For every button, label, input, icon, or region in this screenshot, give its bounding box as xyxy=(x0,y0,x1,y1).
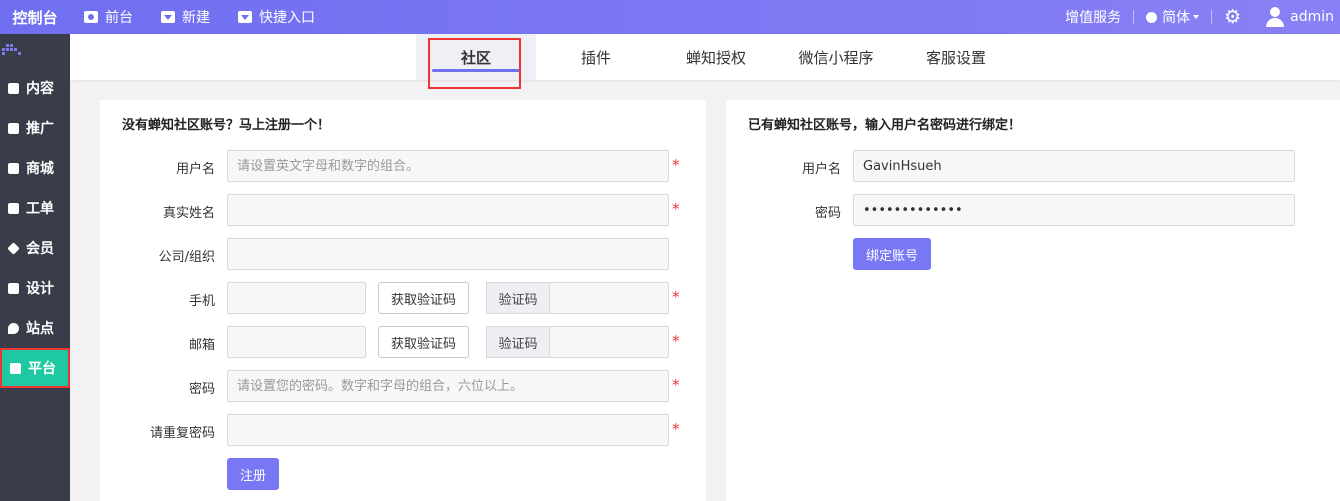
value-added-service-link[interactable]: 增值服务 xyxy=(1065,7,1121,27)
register-title: 没有蝉知社区账号？马上注册一个！ xyxy=(122,118,331,133)
diamond-icon xyxy=(7,241,20,255)
sidebar-item-label: 工单 xyxy=(26,201,54,217)
get-email-code-button[interactable]: 获取验证码 xyxy=(378,326,469,358)
tab-wechat-miniprogram[interactable]: 微信小程序 xyxy=(776,34,896,80)
avatar xyxy=(1266,7,1285,27)
user-menu[interactable]: admin xyxy=(1266,7,1334,27)
required-mark: * xyxy=(672,200,680,218)
sidebar: 内容 推广 商城 工单 会员 设计 站点 平台 xyxy=(0,34,70,501)
get-phone-code-button[interactable]: 获取验证码 xyxy=(378,282,469,314)
caret-down-icon xyxy=(238,11,252,23)
topnav-shortcuts[interactable]: 快捷入口 xyxy=(238,7,315,27)
register-username-input[interactable] xyxy=(227,150,669,182)
tab-community[interactable]: 社区 xyxy=(416,34,536,80)
tab-customer-service[interactable]: 客服设置 xyxy=(896,34,1016,80)
shop-icon xyxy=(8,162,19,174)
repeat-password-label: 请重复密码 xyxy=(149,426,215,441)
tab-license[interactable]: 蝉知授权 xyxy=(656,34,776,80)
chevron-down-icon xyxy=(1193,15,1200,19)
sidebar-item-site[interactable]: 站点 xyxy=(0,308,70,348)
sidebar-item-platform[interactable]: 平台 xyxy=(0,348,70,388)
gear-icon[interactable]: ⚙ xyxy=(1224,7,1241,27)
email-code-input[interactable] xyxy=(549,326,669,358)
ticket-icon xyxy=(8,202,19,214)
language-label: 简体 xyxy=(1162,10,1191,26)
sidebar-item-label: 推广 xyxy=(26,121,54,137)
sidebar-item-content[interactable]: 内容 xyxy=(0,68,70,108)
register-realname-input[interactable] xyxy=(227,194,669,226)
register-phone-input[interactable] xyxy=(227,282,366,314)
sidebar-item-promotion[interactable]: 推广 xyxy=(0,108,70,148)
bind-password-label: 密码 xyxy=(814,206,841,221)
caret-down-icon xyxy=(161,11,175,23)
eye-icon xyxy=(84,11,98,23)
sidebar-item-design[interactable]: 设计 xyxy=(0,268,70,308)
megaphone-icon xyxy=(8,122,19,134)
password-label: 密码 xyxy=(188,382,215,397)
sidebar-item-label: 站点 xyxy=(26,321,54,337)
bind-username-label: 用户名 xyxy=(801,162,841,177)
required-mark: * xyxy=(672,332,680,350)
register-repeat-password-input[interactable] xyxy=(227,414,669,446)
sidebar-item-label: 内容 xyxy=(26,81,54,97)
sidebar-item-tickets[interactable]: 工单 xyxy=(0,188,70,228)
topnav-new[interactable]: 新建 xyxy=(161,7,210,27)
bind-username-input[interactable] xyxy=(853,150,1295,182)
email-label: 邮箱 xyxy=(188,338,215,353)
topnav-frontend-label: 前台 xyxy=(105,10,133,26)
design-icon xyxy=(8,282,19,294)
sidebar-item-label: 会员 xyxy=(26,241,54,257)
required-mark: * xyxy=(672,420,680,438)
bind-password-input[interactable] xyxy=(853,194,1295,226)
divider xyxy=(1133,10,1135,24)
realname-label: 真实姓名 xyxy=(162,206,215,221)
sidebar-item-label: 平台 xyxy=(28,361,56,377)
document-icon xyxy=(8,82,19,94)
email-code-addon: 验证码 xyxy=(486,326,549,358)
sidebar-item-members[interactable]: 会员 xyxy=(0,228,70,268)
register-panel: 没有蝉知社区账号？马上注册一个！ 用户名 * 真实姓名 * 公司/组织 手机 获… xyxy=(100,100,706,501)
register-email-input[interactable] xyxy=(227,326,366,358)
language-selector[interactable]: 简体 xyxy=(1146,7,1200,27)
sidebar-item-shop[interactable]: 商城 xyxy=(0,148,70,188)
divider xyxy=(1253,10,1254,24)
register-company-input[interactable] xyxy=(227,238,669,270)
bind-panel: 已有蝉知社区账号，输入用户名密码进行绑定！ 用户名 密码 绑定账号 xyxy=(726,100,1340,501)
location-icon xyxy=(8,322,19,334)
bind-account-button[interactable]: 绑定账号 xyxy=(853,238,931,270)
globe-icon xyxy=(1146,11,1158,23)
phone-code-addon: 验证码 xyxy=(486,282,549,314)
register-button[interactable]: 注册 xyxy=(227,458,279,490)
top-nav: 前台 新建 快捷入口 xyxy=(84,0,343,34)
username-label: 用户名 xyxy=(175,162,215,177)
divider xyxy=(1211,10,1213,24)
topnav-frontend[interactable]: 前台 xyxy=(84,7,133,27)
platform-icon xyxy=(10,362,21,374)
sidebar-item-label: 商城 xyxy=(26,161,54,177)
top-bar: 控制台 前台 新建 快捷入口 增值服务 简体 ⚙ admin xyxy=(0,0,1340,34)
tab-bar: 社区 插件 蝉知授权 微信小程序 客服设置 xyxy=(70,34,1340,80)
topnav-new-label: 新建 xyxy=(182,10,210,26)
required-mark: * xyxy=(672,156,680,174)
required-mark: * xyxy=(672,288,680,306)
sidebar-decoration xyxy=(0,34,70,58)
username-label: admin xyxy=(1290,9,1334,25)
register-password-input[interactable] xyxy=(227,370,669,402)
app-logo[interactable]: 控制台 xyxy=(0,0,70,34)
required-mark: * xyxy=(672,376,680,394)
company-label: 公司/组织 xyxy=(158,250,215,265)
top-right-menu: 增值服务 简体 ⚙ admin xyxy=(1065,0,1334,34)
phone-label: 手机 xyxy=(188,294,215,309)
sidebar-item-label: 设计 xyxy=(26,281,54,297)
tab-plugins[interactable]: 插件 xyxy=(536,34,656,80)
phone-code-input[interactable] xyxy=(549,282,669,314)
topnav-shortcuts-label: 快捷入口 xyxy=(259,10,315,26)
bind-title: 已有蝉知社区账号，输入用户名密码进行绑定！ xyxy=(748,118,1022,133)
